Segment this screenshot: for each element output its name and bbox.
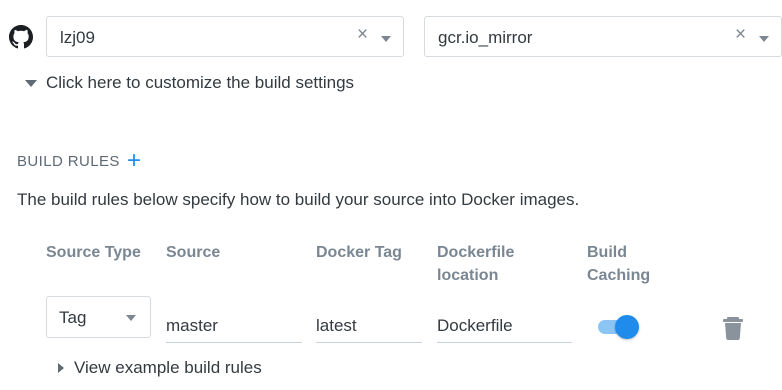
customize-build-settings-toggle[interactable]: Click here to customize the build settin…	[25, 71, 385, 95]
clear-repository-icon[interactable]: ×	[735, 25, 746, 45]
column-header-source: Source	[166, 244, 221, 261]
organization-value: lzj09	[60, 28, 95, 47]
repository-select[interactable]: gcr.io_mirror ×	[424, 16, 782, 57]
column-header-caching-line1: Build	[587, 244, 627, 261]
toggle-knob	[615, 315, 639, 339]
source-type-value: Tag	[59, 308, 87, 327]
build-caching-toggle[interactable]	[598, 314, 640, 340]
column-header-dockerfile-location: Dockerfile location	[437, 241, 514, 287]
github-icon	[9, 25, 33, 49]
dockerfile-location-value: Dockerfile	[437, 316, 513, 335]
repository-value: gcr.io_mirror	[438, 28, 533, 47]
column-header-build-caching: Build Caching	[587, 241, 650, 287]
column-header-source-type: Source Type	[46, 244, 141, 261]
source-value: master	[166, 316, 218, 335]
docker-tag-value: latest	[316, 316, 357, 335]
caret-right-icon	[58, 363, 64, 373]
build-rules-description: The build rules below specify how to bui…	[17, 190, 580, 209]
dockerfile-location-input[interactable]: Dockerfile	[437, 305, 572, 343]
column-header-docker-tag: Docker Tag	[316, 244, 402, 261]
caret-down-icon	[25, 80, 37, 87]
chevron-down-icon	[126, 315, 136, 321]
organization-select[interactable]: lzj09 ×	[46, 16, 404, 57]
chevron-down-icon[interactable]	[759, 36, 769, 42]
view-example-build-rules-label: View example build rules	[74, 358, 262, 377]
chevron-down-icon[interactable]	[381, 36, 391, 42]
source-input[interactable]: master	[166, 305, 302, 343]
add-build-rule-icon[interactable]: +	[127, 149, 141, 173]
column-header-caching-line2: Caching	[587, 267, 651, 284]
customize-build-settings-label: Click here to customize the build settin…	[46, 73, 355, 92]
build-rules-title: BUILD RULES	[17, 153, 120, 170]
source-type-select[interactable]: Tag	[46, 296, 151, 338]
column-header-dockerfile-line2: location	[437, 267, 499, 284]
trash-icon[interactable]	[723, 316, 743, 340]
view-example-build-rules-toggle[interactable]: View example build rules	[57, 357, 317, 381]
clear-organization-icon[interactable]: ×	[357, 25, 368, 45]
column-header-dockerfile-line1: Dockerfile	[437, 244, 515, 261]
docker-tag-input[interactable]: latest	[316, 305, 422, 343]
